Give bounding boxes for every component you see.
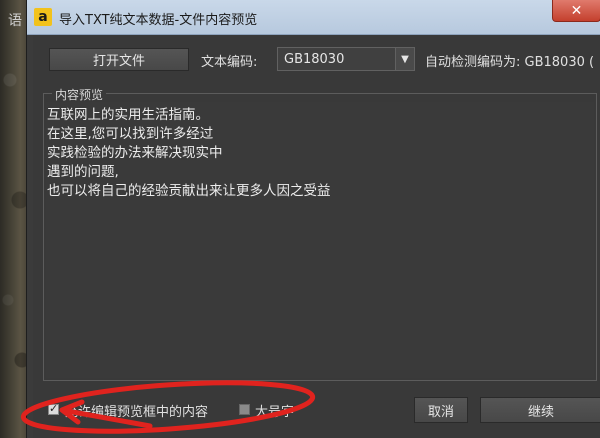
encoding-select[interactable]: GB18030 ▼: [277, 47, 415, 71]
preview-line: 实践检验的办法来解决现实中: [47, 145, 223, 161]
encoding-value: GB18030: [284, 52, 345, 67]
preview-group-title: 内容预览: [52, 86, 107, 103]
close-icon: ✕: [570, 2, 583, 19]
window-title: 导入TXT纯文本数据-文件内容预览: [59, 13, 258, 28]
allow-edit-label[interactable]: 允许编辑预览框中的内容: [65, 401, 208, 420]
allow-edit-checkbox[interactable]: [48, 402, 59, 415]
chevron-down-icon[interactable]: ▼: [395, 48, 414, 70]
preview-group: 内容预览 互联网上的实用生活指南。 在这里,您可以找到许多经过 实践检验的办法来…: [43, 86, 597, 381]
open-file-button[interactable]: 打开文件: [49, 48, 189, 71]
preview-line: 在这里,您可以找到许多经过: [47, 126, 214, 142]
dialog-body: 打开文件 文本编码: GB18030 ▼ 自动检测编码为: GB18030 ( …: [33, 35, 600, 438]
background-text: 语: [8, 13, 22, 29]
app-icon: a: [34, 8, 52, 26]
title-bar[interactable]: a 导入TXT纯文本数据-文件内容预览 ✕: [27, 0, 600, 35]
cancel-button[interactable]: 取消: [414, 397, 468, 423]
continue-button[interactable]: 继续: [480, 397, 600, 423]
preview-textarea[interactable]: 互联网上的实用生活指南。 在这里,您可以找到许多经过 实践检验的办法来解决现实中…: [46, 102, 594, 378]
import-dialog: a 导入TXT纯文本数据-文件内容预览 ✕ 打开文件 文本编码: GB18030…: [26, 0, 600, 438]
large-font-checkbox[interactable]: [239, 404, 250, 415]
detected-encoding-label: 自动检测编码为: GB18030 (: [425, 55, 595, 70]
preview-line: 也可以将自己的经验贡献出来让更多人因之受益: [47, 183, 331, 199]
footer-bar: 允许编辑预览框中的内容 大号字 取消 继续: [33, 395, 600, 435]
preview-line: 遇到的问题,: [47, 164, 119, 180]
encoding-label: 文本编码:: [201, 55, 258, 70]
close-button[interactable]: ✕: [552, 0, 600, 22]
large-font-label[interactable]: 大号字: [255, 401, 294, 420]
preview-line: 互联网上的实用生活指南。: [47, 107, 209, 123]
